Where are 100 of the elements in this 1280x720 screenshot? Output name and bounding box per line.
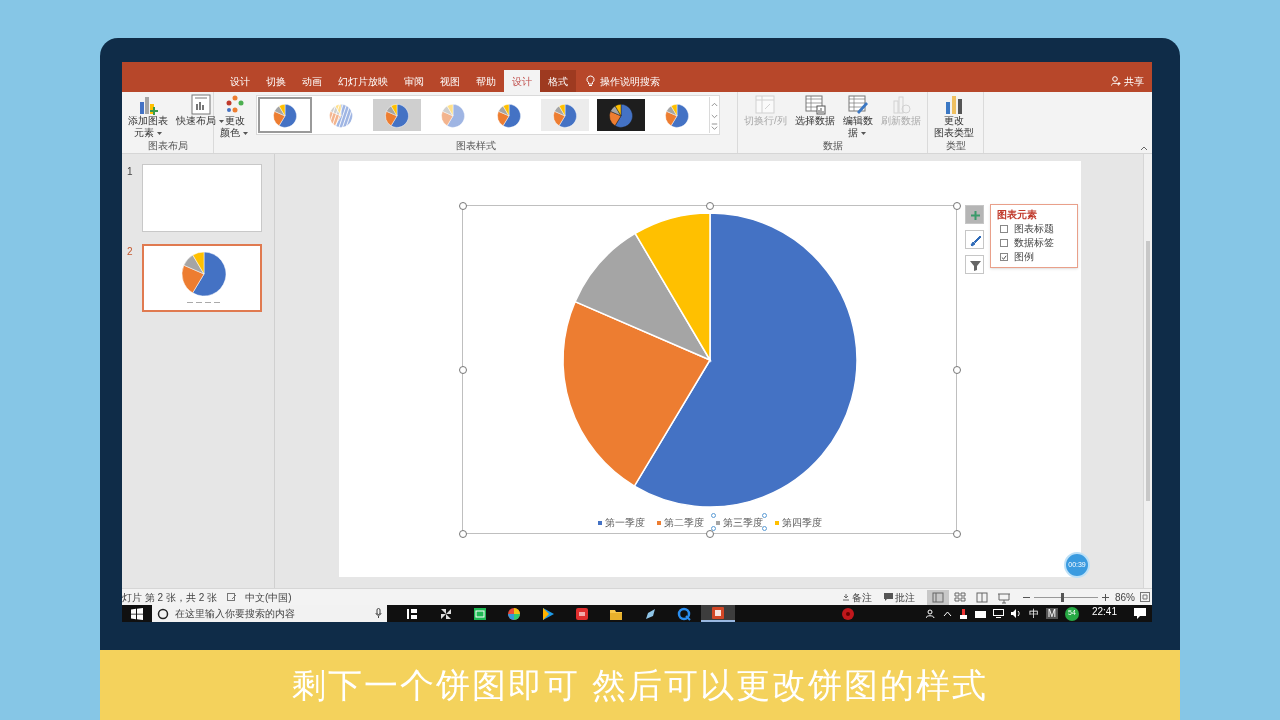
chart-style-thumbnail[interactable] — [258, 97, 312, 133]
table-icon — [754, 94, 777, 115]
ribbon-command[interactable]: 添加图表 元素 — [125, 92, 171, 139]
tray-app-icon[interactable] — [958, 608, 968, 619]
lightbulb-icon[interactable] — [586, 75, 595, 87]
windows-start-icon[interactable] — [131, 607, 143, 620]
chart-style-thumbnail[interactable] — [538, 97, 592, 133]
slide-thumbnail[interactable] — [142, 244, 262, 312]
resize-handle[interactable] — [953, 202, 961, 210]
ribbon-tab[interactable]: 设计 — [222, 70, 258, 92]
slide-number: 1 — [127, 165, 132, 179]
slide-thumbnail[interactable] — [142, 164, 262, 232]
selection-handle[interactable] — [710, 513, 716, 518]
legend-label[interactable]: 第四季度 — [781, 517, 822, 529]
selection-handle[interactable] — [761, 513, 767, 518]
ribbon-tab[interactable]: 切换 — [258, 70, 294, 92]
resize-handle[interactable] — [953, 366, 961, 374]
legend-label[interactable]: 第一季度 — [604, 517, 645, 529]
checkbox[interactable] — [1000, 225, 1008, 233]
search-icon — [157, 607, 169, 620]
taskbar-app[interactable] — [701, 605, 735, 622]
notes-button[interactable]: 备注 — [842, 589, 872, 605]
resize-handle[interactable] — [953, 530, 961, 538]
ribbon-tab[interactable]: 帮助 — [468, 70, 504, 92]
chart-side-button[interactable] — [965, 230, 984, 249]
caret-icon — [218, 118, 225, 124]
zoom-thumb[interactable] — [1060, 592, 1064, 602]
ribbon-tab[interactable]: 幻灯片放映 — [330, 70, 396, 92]
ribbon-tab[interactable]: 审阅 — [396, 70, 432, 92]
ribbon-command[interactable]: 更改 颜色 — [217, 92, 252, 139]
collapse-ribbon-icon[interactable] — [1140, 145, 1148, 151]
ribbon-group-label: 数据 — [821, 140, 844, 153]
language-label[interactable]: 中文(中国) — [245, 589, 292, 605]
view-icon — [975, 590, 989, 604]
ribbon-group-label: 类型 — [944, 140, 967, 153]
chart-style-thumbnail[interactable] — [370, 97, 424, 133]
selection-handle[interactable] — [761, 526, 767, 531]
person-icon — [1111, 76, 1121, 86]
microphone-icon — [375, 608, 382, 619]
style-gallery[interactable] — [256, 95, 720, 135]
taskbar-search-field[interactable]: 在这里输入你要搜索的内容 — [152, 605, 387, 622]
checkbox-label[interactable]: 图例 — [1014, 251, 1034, 263]
checkbox[interactable] — [1000, 253, 1008, 261]
caret-icon — [155, 130, 163, 136]
people-icon[interactable] — [925, 608, 936, 619]
legend-label[interactable]: 第二季度 — [663, 517, 704, 529]
zoom-in-icon[interactable] — [1102, 593, 1109, 601]
legend-label[interactable]: 第三季度 — [722, 517, 763, 529]
caret-up-icon[interactable] — [942, 610, 952, 617]
input-mode-button[interactable]: M — [1045, 608, 1058, 619]
caption-text: 剩下一个饼图即可 然后可以更改饼图的样式 — [292, 664, 988, 706]
bar-chart-plus-icon — [137, 94, 159, 115]
comment-icon — [884, 593, 893, 601]
ribbon-group-label: 图表样式 — [454, 140, 497, 153]
ribbon-group-label: 图表布局 — [146, 140, 189, 153]
slides-app-icon — [710, 604, 726, 621]
ribbon-tab[interactable]: 视图 — [432, 70, 468, 92]
checkbox-label[interactable]: 数据标签 — [1014, 237, 1054, 249]
zoom-percentage[interactable]: 86% — [1115, 589, 1135, 605]
caret-icon — [242, 130, 249, 136]
ribbon-command[interactable]: 选择数据 — [791, 92, 838, 127]
volume-icon[interactable] — [1010, 609, 1022, 618]
view-icon — [953, 590, 967, 604]
app-icon — [574, 605, 590, 622]
view-button[interactable] — [927, 589, 949, 605]
ribbon-command[interactable]: 更改 图表类型 — [931, 92, 977, 139]
resize-handle[interactable] — [706, 202, 714, 210]
checkbox[interactable] — [1000, 239, 1008, 247]
ribbon-tab[interactable]: 格式 — [540, 70, 576, 92]
spelling-icon[interactable] — [227, 592, 237, 602]
caret-icon — [860, 130, 868, 136]
bar-chart-icon — [943, 94, 965, 115]
tell-me-search[interactable]: 操作说明搜索 — [600, 73, 660, 89]
clock-time[interactable]: 22:41 — [1091, 606, 1117, 618]
chart-style-thumbnail[interactable] — [594, 97, 648, 133]
resize-handle[interactable] — [459, 366, 467, 374]
chart-side-button[interactable] — [965, 255, 984, 274]
selection-handle[interactable] — [710, 526, 716, 531]
circle-app-icon — [840, 605, 856, 622]
ribbon-command[interactable]: 编辑数 据 — [839, 92, 876, 139]
ribbon-tab[interactable]: 设计 — [504, 70, 540, 92]
checkbox-label[interactable]: 图表标题 — [1014, 223, 1054, 235]
panel-title: 图表元素 — [997, 209, 1038, 221]
scrollbar[interactable] — [1143, 154, 1152, 588]
notes-icon — [842, 593, 850, 601]
share-button[interactable]: 共享 — [1111, 70, 1144, 92]
fit-slide-icon[interactable] — [1140, 592, 1150, 602]
ribbon-tab[interactable]: 动画 — [294, 70, 330, 92]
view-icon — [997, 590, 1011, 604]
resize-handle[interactable] — [459, 530, 467, 538]
resize-handle[interactable] — [706, 530, 714, 538]
play-icon — [540, 605, 556, 622]
input-method-button[interactable]: 中 — [1028, 606, 1039, 621]
resize-handle[interactable] — [459, 202, 467, 210]
notification-icon[interactable] — [1134, 608, 1146, 619]
comments-button[interactable]: 批注 — [884, 589, 915, 605]
browser-icon — [676, 605, 692, 622]
view-icon — [931, 590, 945, 604]
video-app-icon — [472, 605, 488, 622]
slide-number: 2 — [127, 245, 132, 259]
